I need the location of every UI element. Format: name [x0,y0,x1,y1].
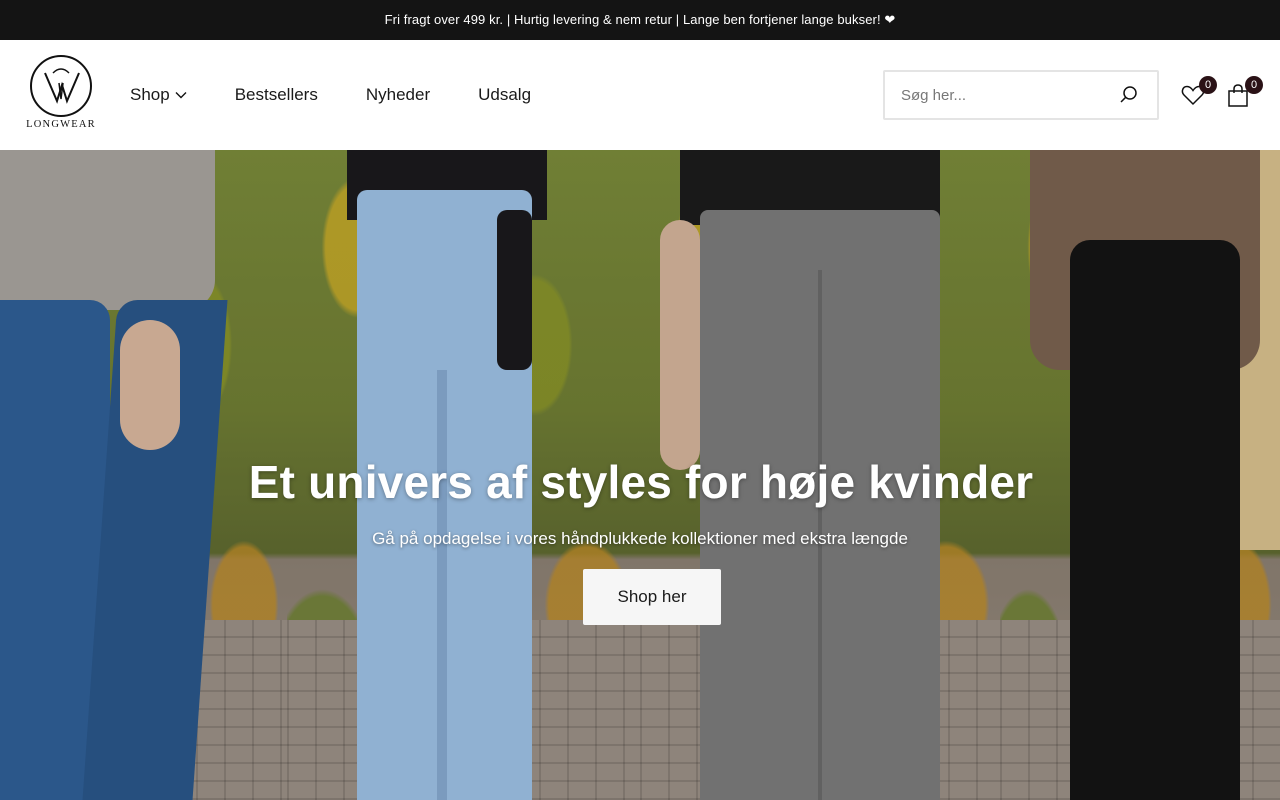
nav-item-label: Bestsellers [234,85,318,104]
announcement-bar: Fri fragt over 499 kr. | Hurtig levering… [0,0,1280,40]
search-input[interactable] [885,72,1101,118]
cart-button[interactable]: 0 [1227,76,1263,108]
hero-title: Et univers af styles for høje kvinder [248,456,1034,508]
logo[interactable]: LONGWEAR [25,55,97,135]
search-button[interactable] [1101,72,1157,118]
logo-mark-icon [30,55,92,117]
nav-item-label: Nyheder [365,85,431,104]
wishlist-count-badge: 0 [1199,76,1217,94]
nav-item-nyheder[interactable]: Nyheder [366,85,430,105]
nav-item-bestsellers[interactable]: Bestsellers [235,85,318,105]
announcement-text: Fri fragt over 499 kr. | Hurtig levering… [384,12,896,27]
nav-item-udsalg[interactable]: Udsalg [478,85,531,105]
hero-subtitle: Gå på opdagelse i vores håndplukkede kol… [372,529,908,548]
hero-banner: Et univers af styles for høje kvinder Gå… [0,150,1280,800]
chevron-down-icon [175,91,187,99]
site-header: LONGWEAR Shop Bestsellers Nyheder Udsalg [0,40,1280,150]
search-box [883,70,1159,120]
cart-count-badge: 0 [1245,76,1263,94]
nav-item-shop[interactable]: Shop [130,85,187,105]
logo-text: LONGWEAR [26,119,96,130]
wishlist-button[interactable]: 0 [1181,76,1217,108]
nav-item-label: Shop [130,85,170,104]
hero-content: Et univers af styles for høje kvinder Gå… [0,455,1280,625]
shop-now-button[interactable]: Shop her [583,569,721,625]
main-nav: Shop Bestsellers Nyheder Udsalg [130,40,579,150]
nav-item-label: Udsalg [478,85,532,104]
search-icon [1120,86,1137,103]
